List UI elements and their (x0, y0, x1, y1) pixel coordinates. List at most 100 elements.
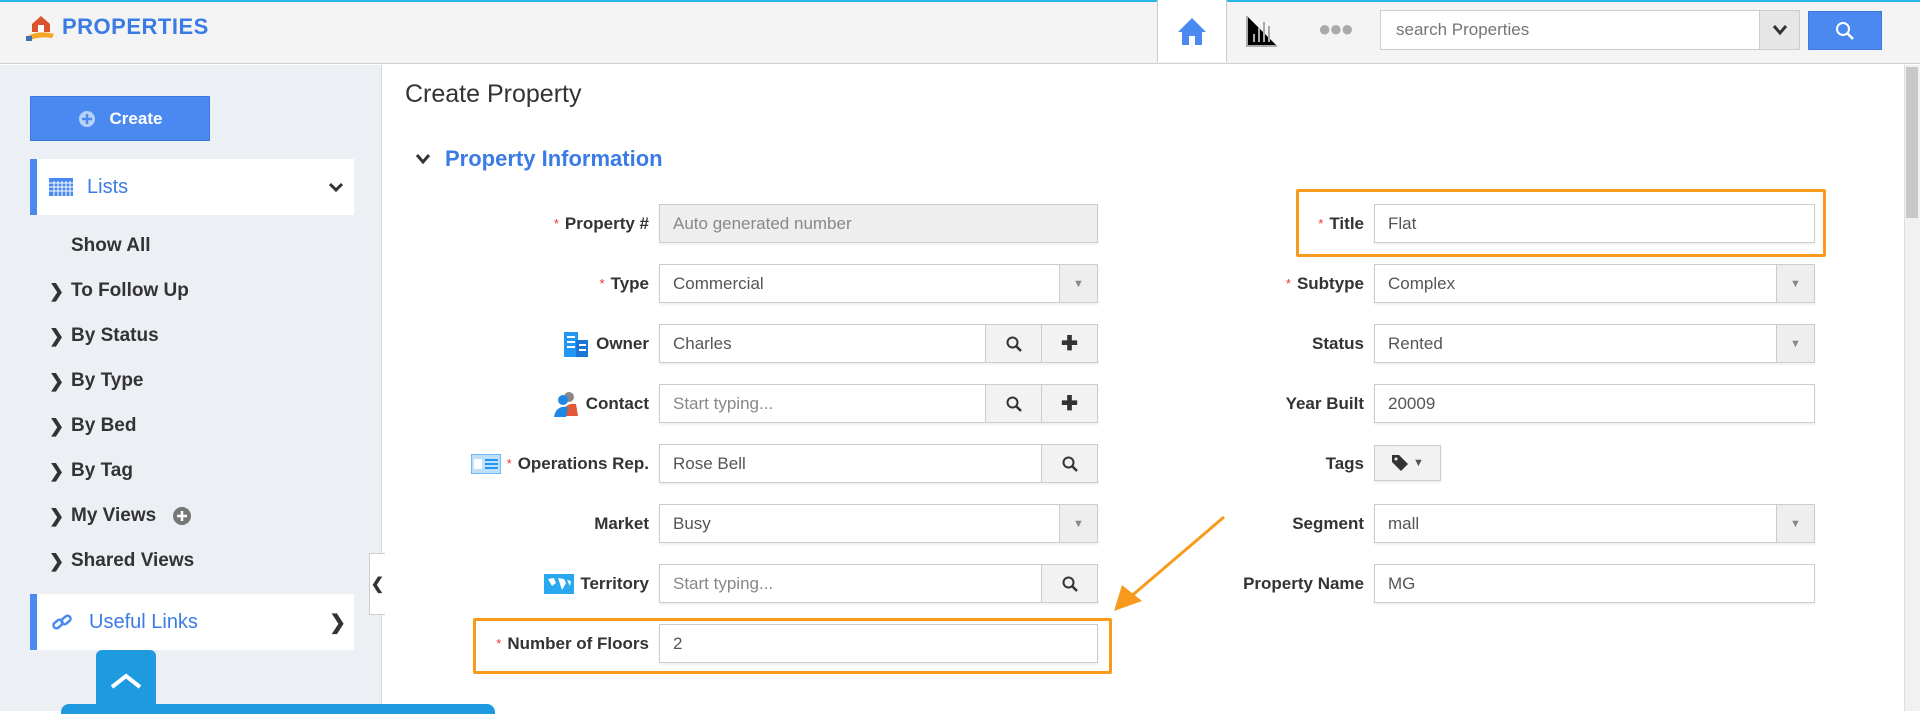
field-label: * Operations Rep. (420, 444, 649, 483)
caret-down-icon: ▼ (1413, 457, 1424, 469)
sidebar-useful-links[interactable]: Useful Links ❯ (30, 594, 354, 650)
search-input[interactable] (1381, 11, 1761, 49)
chevron-right-icon: ❯ (49, 280, 65, 301)
sidebar-item-by-tag[interactable]: ❯ By Tag (49, 456, 133, 486)
section-title: Property Information (445, 146, 663, 171)
sidebar-item-my-views[interactable]: ❯ My Views (49, 501, 192, 531)
create-button[interactable]: Create (30, 96, 210, 141)
chevron-right-icon: ❯ (49, 325, 65, 346)
owner-add-button[interactable]: ✚ (1041, 325, 1097, 362)
chevron-right-icon: ❯ (329, 611, 346, 634)
contact-add-button[interactable]: ✚ (1041, 385, 1097, 422)
dropdown-arrow-icon: ▼ (1776, 265, 1814, 302)
calendar-grid-icon (49, 178, 73, 196)
dropdown-arrow-icon: ▼ (1776, 325, 1814, 362)
nav-reports-tab[interactable] (1245, 14, 1279, 53)
chevron-right-icon: ❯ (49, 550, 65, 571)
dropdown-arrow-icon: ▼ (1776, 505, 1814, 542)
sidebar-item-label: Show All (71, 235, 151, 256)
sidebar-item-label: By Tag (71, 460, 133, 481)
chevron-right-icon: ❯ (49, 460, 65, 481)
field-label: * Type (599, 273, 649, 293)
create-label: Create (109, 108, 163, 128)
field-label: * Property # (553, 213, 649, 233)
app-brand[interactable]: PROPERTIES (26, 12, 209, 42)
tag-icon (1392, 455, 1409, 471)
segment-select[interactable]: mall ▼ (1374, 504, 1815, 543)
chevron-left-icon: ❮ (370, 576, 385, 593)
field-label: * Subtype (1285, 273, 1364, 293)
search-button[interactable] (1808, 11, 1882, 50)
tags-button[interactable]: ▼ (1374, 445, 1441, 481)
chevron-up-icon (110, 672, 142, 689)
operations-rep-search-button[interactable] (1041, 445, 1097, 482)
bottom-panel-tab[interactable] (61, 704, 495, 714)
property-name-field[interactable]: MG (1374, 564, 1815, 603)
sidebar-item-label: Shared Views (71, 550, 195, 571)
sidebar-item-label: To Follow Up (71, 280, 189, 301)
chevron-right-icon: ❯ (49, 415, 65, 436)
territory-field[interactable]: Start typing... (659, 564, 1098, 603)
page-title: Create Property (405, 80, 582, 108)
nav-home-tab[interactable] (1157, 0, 1227, 62)
lists-label: Lists (87, 175, 129, 198)
field-label: * Title (1318, 213, 1364, 233)
bar-chart-icon (1246, 16, 1277, 47)
dropdown-arrow-icon: ▼ (1059, 505, 1097, 542)
sidebar-item-by-status[interactable]: ❯ By Status (49, 321, 159, 351)
id-card-icon (470, 453, 501, 474)
sidebar-item-show-all[interactable]: Show All (71, 231, 151, 261)
add-view-icon[interactable] (172, 506, 192, 526)
sidebar-item-label: My Views (71, 505, 157, 526)
search-icon (1062, 456, 1078, 472)
sidebar-item-by-bed[interactable]: ❯ By Bed (49, 411, 136, 441)
sidebar-item-label: By Bed (71, 415, 137, 436)
field-label: Territory (420, 564, 649, 603)
search-icon (1836, 21, 1854, 40)
number-of-floors-field[interactable]: 2 (659, 624, 1098, 663)
world-map-icon (544, 573, 575, 594)
operations-rep-field[interactable]: Rose Bell (659, 444, 1098, 483)
field-label: Market (594, 513, 649, 533)
chevron-right-icon: ❯ (49, 370, 65, 391)
field-label: Owner (420, 324, 649, 363)
field-label: Segment (1292, 513, 1364, 533)
field-label: * Number of Floors (496, 633, 649, 653)
chevron-right-icon: ❯ (49, 505, 65, 526)
useful-links-label: Useful Links (89, 610, 198, 633)
contact-search-button[interactable] (985, 385, 1041, 422)
chevron-down-icon (415, 154, 431, 165)
field-label: Tags (1325, 453, 1364, 473)
home-icon (1178, 18, 1206, 45)
subtype-select[interactable]: Complex ▼ (1374, 264, 1815, 303)
link-icon (52, 614, 72, 630)
owner-field[interactable]: Charles ✚ (659, 324, 1098, 363)
type-select[interactable]: Commercial ▼ (659, 264, 1098, 303)
field-label: Year Built (1285, 393, 1364, 413)
status-select[interactable]: Rented ▼ (1374, 324, 1815, 363)
search-box (1380, 10, 1800, 50)
dropdown-arrow-icon: ▼ (1059, 265, 1097, 302)
section-header-property-information[interactable]: Property Information (415, 146, 663, 172)
house-hand-icon (26, 16, 54, 41)
year-built-field[interactable]: 20009 (1374, 384, 1815, 423)
more-dots-icon[interactable]: ●●● (1318, 18, 1354, 40)
owner-search-button[interactable] (985, 325, 1041, 362)
search-scope-dropdown[interactable] (1759, 11, 1799, 49)
sidebar-lists-header[interactable]: Lists (30, 159, 354, 215)
scrollbar-thumb[interactable] (1906, 67, 1918, 218)
sidebar-item-shared-views[interactable]: ❯ Shared Views (49, 546, 194, 576)
territory-search-button[interactable] (1041, 565, 1097, 602)
title-field[interactable]: Flat (1374, 204, 1815, 243)
contacts-icon (553, 391, 578, 417)
sidebar-item-by-type[interactable]: ❯ By Type (49, 366, 144, 396)
market-select[interactable]: Busy ▼ (659, 504, 1098, 543)
scroll-to-top-button[interactable] (96, 650, 156, 711)
sidebar-item-label: By Status (71, 325, 159, 346)
field-label: Status (1312, 333, 1364, 353)
contact-field[interactable]: Start typing... ✚ (659, 384, 1098, 423)
sidebar-collapse-toggle[interactable]: ❮ (369, 553, 385, 615)
field-label: Property Name (1243, 573, 1364, 593)
sidebar-item-to-follow-up[interactable]: ❯ To Follow Up (49, 276, 189, 306)
app-title: PROPERTIES (62, 14, 209, 39)
